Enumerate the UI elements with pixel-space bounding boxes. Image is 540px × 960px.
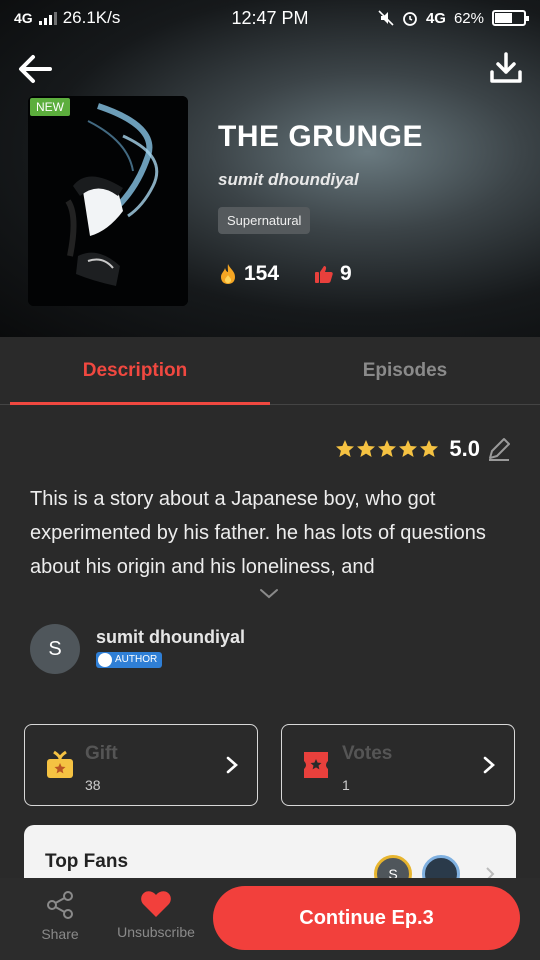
- unsubscribe-button[interactable]: Unsubscribe: [110, 890, 202, 940]
- author-badge-icon: [98, 652, 112, 667]
- mute-icon: [378, 10, 394, 26]
- votes-label: Votes: [342, 743, 393, 764]
- fire-count: 154: [244, 262, 280, 285]
- battery-percent: 62%: [453, 9, 484, 27]
- chevron-down-icon[interactable]: [258, 586, 280, 602]
- network-speed: 26.1K/s: [62, 8, 121, 27]
- share-button[interactable]: Share: [32, 890, 88, 942]
- author-badge-label: AUTHOR: [115, 654, 158, 665]
- mobile-data: 4G: [425, 9, 446, 27]
- signal-icon: [38, 11, 57, 25]
- star-icon: [336, 440, 355, 457]
- ticket-icon: [304, 752, 328, 778]
- tab-description[interactable]: Description: [0, 337, 270, 405]
- votes-count: 1: [342, 777, 350, 793]
- rating: 5.0: [335, 436, 512, 462]
- star-icon: [357, 440, 376, 457]
- tab-episodes[interactable]: Episodes: [270, 337, 540, 404]
- download-icon: [490, 52, 522, 83]
- alarm-icon: [403, 12, 417, 26]
- like-stat: 9: [314, 262, 352, 286]
- genre-tag[interactable]: Supernatural: [218, 207, 311, 234]
- download-button[interactable]: [486, 48, 526, 88]
- chevron-right-icon: [483, 756, 495, 774]
- edit-pencil-icon[interactable]: [486, 436, 512, 462]
- gift-button[interactable]: Gift 38: [24, 724, 258, 806]
- fire-icon: [221, 264, 235, 284]
- star-icon: [378, 440, 397, 457]
- unsubscribe-label: Unsubscribe: [117, 924, 195, 940]
- share-icon: [47, 891, 73, 919]
- gift-label: Gift: [85, 743, 118, 764]
- fire-stat: 154: [218, 262, 279, 286]
- book-title: THE GRUNGE: [218, 120, 424, 153]
- book-header: NEW THE GRUNGE sumit dhoundiyal Supernat…: [0, 0, 540, 337]
- back-arrow-icon: [19, 55, 52, 83]
- votes-button[interactable]: Votes 1: [281, 724, 515, 806]
- star-icon: [399, 440, 418, 457]
- book-author[interactable]: sumit dhoundiyal: [218, 170, 359, 190]
- battery-icon: [492, 10, 529, 26]
- continue-button[interactable]: Continue Ep.3: [213, 886, 520, 950]
- status-bar: 4G 26.1K/s 12:47 PM 4G 62%: [0, 0, 540, 36]
- tab-bar: Description Episodes: [0, 337, 540, 405]
- gift-count: 38: [85, 777, 101, 793]
- book-cover[interactable]: [28, 96, 188, 306]
- top-fans-title: Top Fans: [45, 851, 129, 872]
- back-button[interactable]: [14, 48, 56, 90]
- chevron-right-icon: [226, 756, 238, 774]
- gift-icon: [47, 750, 73, 778]
- author-name: sumit dhoundiyal: [96, 626, 246, 647]
- share-label: Share: [41, 926, 79, 942]
- bottom-bar: Share Unsubscribe Continue Ep.3: [0, 878, 540, 960]
- heart-icon: [141, 891, 171, 917]
- rating-value: 5.0: [449, 436, 480, 461]
- description-text: This is a story about a Japanese boy, wh…: [30, 488, 486, 578]
- network-type: 4G: [14, 10, 33, 26]
- like-count: 9: [340, 262, 352, 285]
- cover-art-image: [28, 96, 188, 306]
- author-row[interactable]: S sumit dhoundiyal AUTHOR: [30, 624, 245, 674]
- author-badge: AUTHOR: [96, 651, 163, 668]
- clock: 12:47 PM: [231, 7, 309, 28]
- thumbs-up-icon: [315, 266, 333, 283]
- new-badge: NEW: [30, 98, 70, 116]
- avatar: S: [30, 624, 80, 674]
- rating-stars: [335, 439, 439, 459]
- star-icon: [420, 440, 439, 457]
